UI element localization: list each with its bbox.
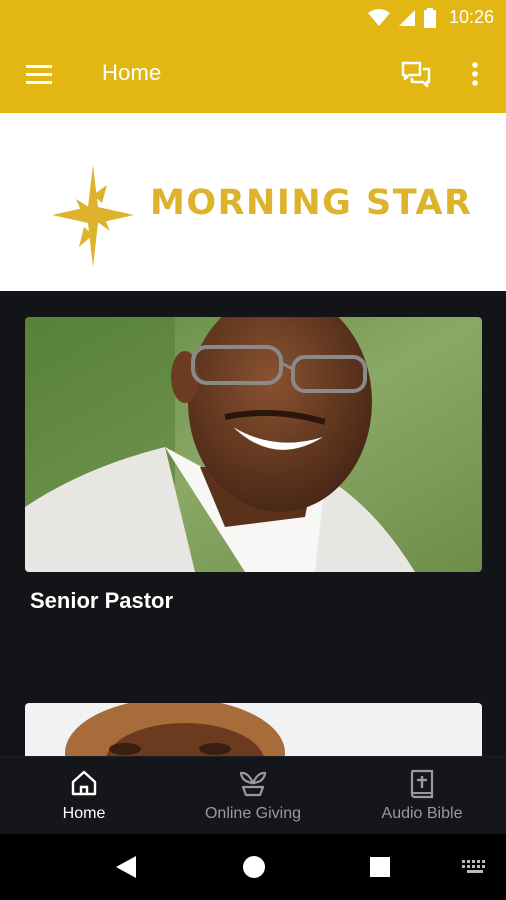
status-time: 10:26 (448, 7, 494, 27)
pastor-photo (25, 317, 482, 572)
app-bar: Home (0, 36, 506, 113)
brand-logo-text: MORNING STAR (150, 183, 473, 223)
nav-home-label: Home (62, 805, 106, 822)
second-card-image[interactable] (25, 703, 482, 758)
senior-pastor-card-image[interactable] (25, 317, 482, 572)
second-photo (25, 703, 482, 758)
nav-online-giving-label: Online Giving (204, 805, 302, 822)
nav-home[interactable]: Home (0, 757, 168, 835)
chat-icon[interactable] (400, 60, 432, 90)
bible-icon (410, 769, 434, 799)
wifi-icon (368, 9, 390, 26)
star-logo-icon (52, 165, 134, 267)
menu-icon[interactable] (24, 62, 54, 86)
home-circle-icon[interactable] (242, 855, 266, 879)
brand-banner: MORNING STAR (0, 113, 506, 291)
page-title: Home (102, 60, 162, 85)
back-icon[interactable] (114, 854, 138, 880)
card-title[interactable]: Senior Pastor (30, 588, 173, 614)
nav-audio-bible-label: Audio Bible (381, 805, 463, 822)
status-bar: 10:26 (0, 0, 506, 36)
home-icon (71, 770, 97, 796)
bottom-navigation: Home Online Giving Audio Bible (0, 756, 506, 835)
signal-icon (399, 10, 415, 26)
battery-icon (424, 8, 436, 28)
recents-icon[interactable] (369, 856, 391, 878)
system-navigation-bar (0, 834, 506, 900)
giving-plant-icon (239, 771, 267, 797)
more-vert-icon[interactable] (464, 60, 486, 90)
nav-audio-bible[interactable]: Audio Bible (338, 757, 506, 835)
status-icons (368, 8, 436, 28)
nav-online-giving[interactable]: Online Giving (169, 757, 337, 835)
keyboard-icon[interactable] (462, 860, 488, 874)
